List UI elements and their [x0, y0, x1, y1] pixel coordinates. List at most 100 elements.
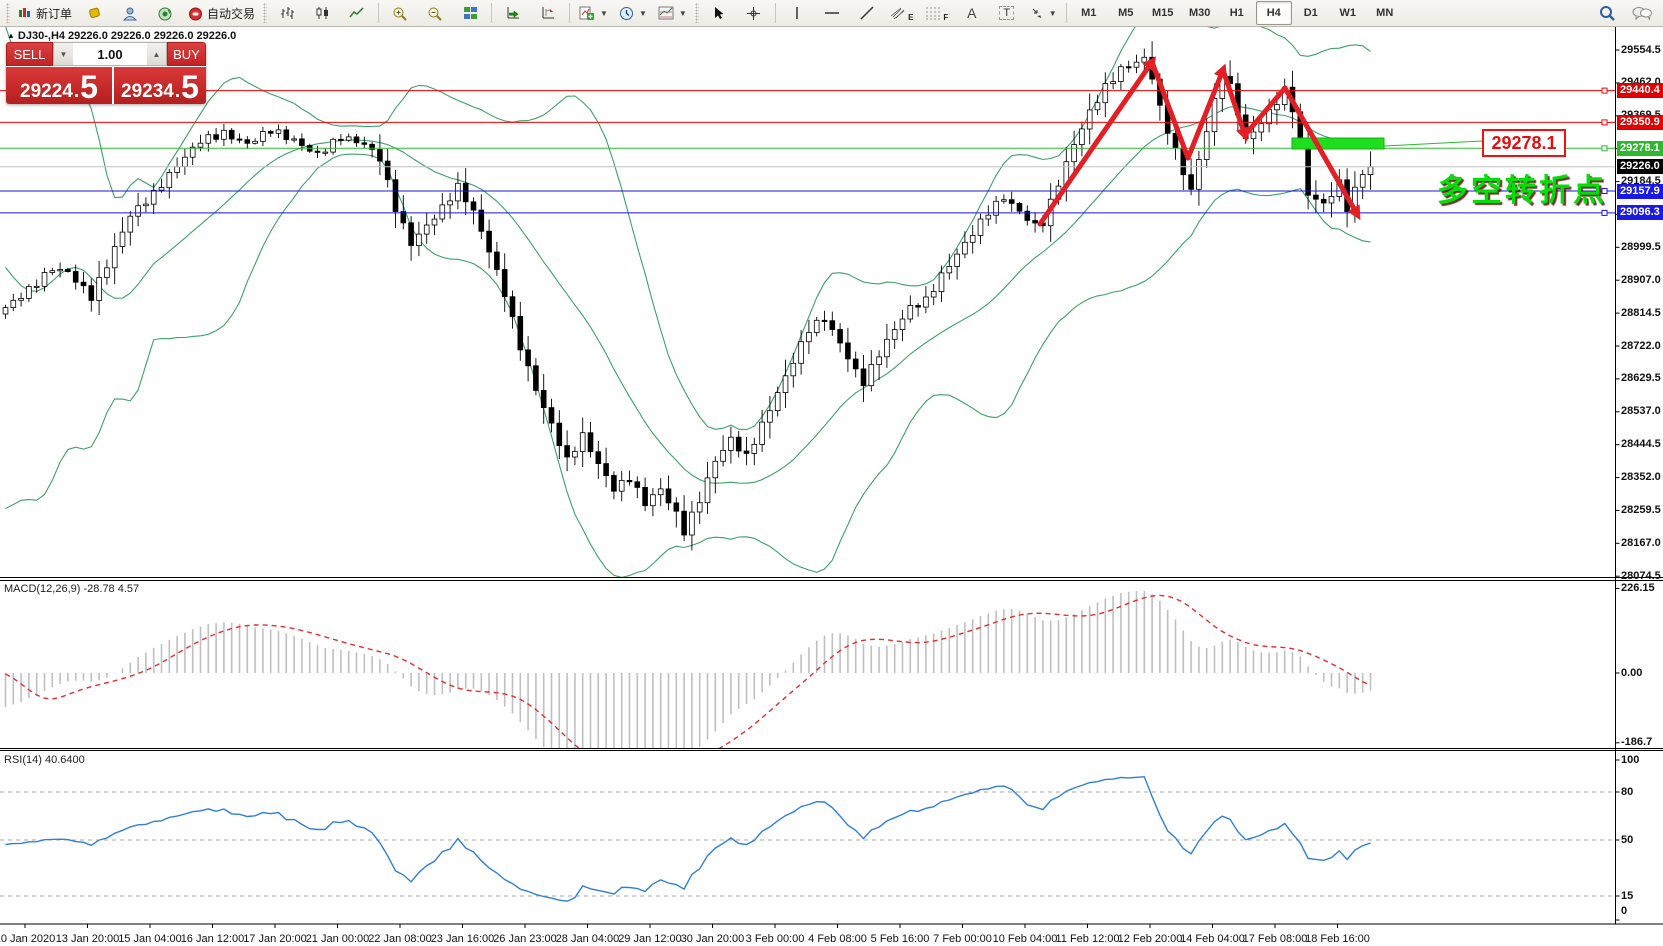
buy-price-dot: . — [174, 81, 181, 102]
line-handle[interactable] — [1601, 209, 1608, 216]
signals-button[interactable] — [148, 1, 182, 25]
buy-button[interactable]: BUY — [167, 42, 206, 66]
sell-price-dot: . — [73, 81, 80, 102]
chart-shift-button[interactable] — [531, 1, 565, 25]
crosshair-button[interactable] — [737, 1, 771, 25]
time-axis-label: 15 Jan 04:00 — [118, 933, 182, 945]
bar-chart-button[interactable] — [270, 1, 304, 25]
chat-button[interactable] — [1625, 1, 1659, 25]
macd-pane-splitter[interactable] — [0, 575, 1663, 580]
horizontal-line-button[interactable] — [815, 1, 849, 25]
autotrading-label: 自动交易 — [207, 6, 256, 21]
line-handle[interactable] — [1601, 145, 1608, 152]
toolbar-grip[interactable] — [6, 3, 10, 23]
text-button[interactable]: A — [955, 1, 989, 25]
sell-price-button[interactable]: 29224. 5 — [6, 67, 112, 104]
trade-panel-top-row: SELL ▼ 1.00 ▲ BUY — [6, 42, 206, 66]
turning-point-annotation[interactable]: 多空转折点 — [1437, 165, 1607, 210]
chart-title: ▲ DJ30-,H4 29226.0 29226.0 29226.0 29226.… — [7, 30, 236, 42]
cursor-button[interactable] — [702, 1, 736, 25]
timeframe-button-m15[interactable]: M15 — [1145, 1, 1181, 25]
timeframe-button-h4[interactable]: H4 — [1255, 1, 1292, 25]
dropdown-arrow-icon: ▼ — [1048, 8, 1057, 18]
fibonacci-button[interactable]: F — [920, 1, 954, 25]
line-chart-button[interactable] — [340, 1, 374, 25]
zoom-in-button[interactable] — [383, 1, 417, 25]
time-axis-label: 22 Jan 08:00 — [368, 933, 432, 945]
toolbar-grip[interactable] — [694, 3, 699, 23]
buy-price-button[interactable]: 29234. 5 — [114, 67, 206, 104]
rsi-value: 40.6400 — [44, 754, 85, 766]
toolbar-separator — [569, 3, 571, 23]
new-order-button[interactable]: 新订单 — [13, 1, 77, 25]
dropdown-arrow-icon: ▼ — [638, 8, 647, 18]
text-tool-glyph: A — [967, 5, 977, 21]
templates-button[interactable]: ▼ — [653, 1, 692, 25]
sell-label: SELL — [13, 46, 46, 62]
community-button[interactable] — [113, 1, 147, 25]
line-handle[interactable] — [1601, 119, 1608, 126]
timeframe-button-m1[interactable]: M1 — [1071, 1, 1107, 25]
volume-decrease-button[interactable]: ▼ — [54, 43, 73, 65]
chart-title-text: DJ30-,H4 29226.0 29226.0 29226.0 29226.0 — [17, 30, 237, 42]
timeframe-button-m5[interactable]: M5 — [1108, 1, 1144, 25]
macd-name: MACD(12,26,9) — [4, 583, 81, 595]
time-axis-label: 17 Jan 20:00 — [243, 933, 307, 945]
timeframe-button-m30[interactable]: M30 — [1182, 1, 1218, 25]
price-line-label-29350.9[interactable]: 29350.9 — [1617, 114, 1663, 130]
label-tool-glyph: T — [999, 6, 1015, 20]
price-annotation-box[interactable]: 29278.1 — [1482, 129, 1566, 157]
tile-windows-button[interactable] — [453, 1, 487, 25]
green-highlight-bar[interactable] — [1291, 137, 1385, 150]
timeframe-button-d1[interactable]: D1 — [1293, 1, 1329, 25]
channel-button[interactable]: E — [885, 1, 919, 25]
price-tick-label: 29554.5 — [1621, 43, 1661, 56]
time-axis-label: 14 Feb 04:00 — [1180, 933, 1245, 945]
price-line-label-29157.9[interactable]: 29157.9 — [1617, 183, 1663, 199]
time-axis-label: 28 Jan 04:00 — [555, 933, 620, 945]
time-axis-label: 26 Jan 23:00 — [493, 933, 557, 945]
rsi-line — [5, 776, 1371, 902]
sell-button[interactable]: SELL — [6, 42, 53, 66]
favorites-button[interactable] — [78, 1, 112, 25]
search-button[interactable] — [1590, 1, 1624, 25]
timeframe-button-h1[interactable]: H1 — [1219, 1, 1255, 25]
rsi-pane-splitter[interactable] — [0, 746, 1663, 751]
macd-histogram — [4, 591, 1372, 748]
vertical-line-button[interactable] — [780, 1, 814, 25]
chart-canvas[interactable] — [0, 27, 1663, 946]
time-axis-label: 21 Jan 00:00 — [305, 933, 370, 945]
line-handle[interactable] — [1601, 87, 1608, 94]
price-line-label-29096.3[interactable]: 29096.3 — [1617, 205, 1663, 221]
sell-price-main: 29224 — [20, 81, 73, 102]
volume-increase-button[interactable]: ▲ — [147, 43, 166, 65]
time-axis-label: 17 Feb 08:00 — [1242, 933, 1308, 945]
autotrading-icon — [188, 6, 203, 21]
label-button[interactable]: T — [990, 1, 1024, 25]
panel-collapse-icon[interactable]: ▲ — [7, 31, 15, 40]
toolbar-separator — [774, 3, 776, 23]
periods-button[interactable]: ▼ — [614, 1, 652, 25]
price-line-label-29226.0[interactable]: 29226.0 — [1617, 159, 1663, 175]
auto-scroll-button[interactable] — [496, 1, 530, 25]
trendline-button[interactable] — [850, 1, 884, 25]
pane-separators — [0, 27, 1663, 925]
time-axis-label: 18 Feb 16:00 — [1305, 933, 1370, 945]
one-click-trading-panel: SELL ▼ 1.00 ▲ BUY 29224. 5 29234. 5 — [6, 42, 206, 104]
add-indicator-button[interactable]: ▼ — [574, 1, 613, 25]
zoom-out-button[interactable] — [418, 1, 452, 25]
new-order-label: 新订单 — [36, 6, 73, 21]
timeframe-button-w1[interactable]: W1 — [1330, 1, 1366, 25]
timeframe-button-mn[interactable]: MN — [1367, 1, 1403, 25]
time-axis-label: 23 Jan 16:00 — [430, 933, 495, 945]
macd-value: -28.78 — [83, 583, 115, 595]
toolbar-grip[interactable] — [263, 3, 268, 23]
arrows-button[interactable]: ▼ — [1025, 1, 1062, 25]
price-line-label-29278.1[interactable]: 29278.1 — [1617, 140, 1663, 156]
autotrading-button[interactable]: 自动交易 — [183, 1, 260, 25]
price-line-label-29440.4[interactable]: 29440.4 — [1617, 83, 1663, 99]
buy-label: BUY — [173, 46, 200, 62]
price-tick-label: 28167.0 — [1621, 536, 1661, 549]
candlesticks-button[interactable] — [305, 1, 339, 25]
volume-input[interactable]: 1.00 — [73, 43, 147, 65]
